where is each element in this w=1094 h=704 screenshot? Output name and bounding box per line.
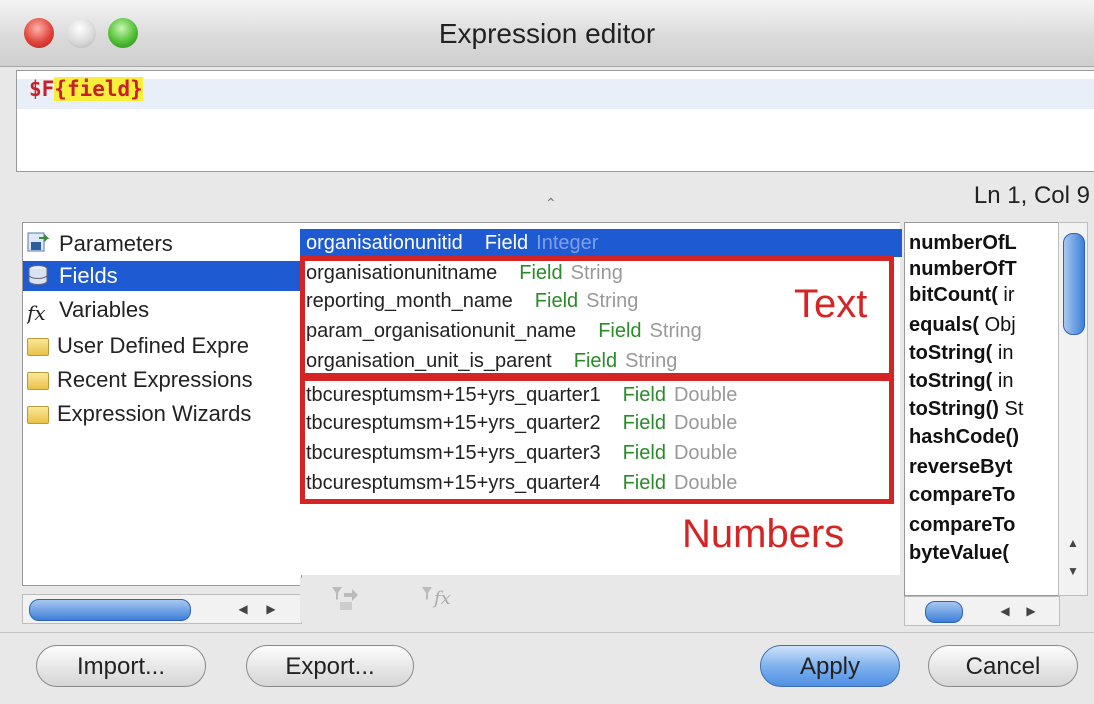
folder-icon xyxy=(27,338,49,356)
folder-icon xyxy=(27,372,49,390)
list-item[interactable]: numberOfT xyxy=(909,257,1017,281)
numbers-annotation-label: Numbers xyxy=(682,512,845,556)
list-item[interactable]: toString( in xyxy=(909,369,1013,393)
tree-item-recent-expressions[interactable]: Recent Expressions xyxy=(27,365,299,395)
current-line-highlight xyxy=(17,79,1094,109)
divider xyxy=(0,632,1094,633)
functions-horizontal-scrollbar[interactable]: ◀ ▶ xyxy=(904,596,1060,626)
insert-function-icon[interactable]: fx xyxy=(420,584,460,618)
apply-button[interactable]: Apply xyxy=(760,645,900,687)
parameters-icon xyxy=(27,232,51,252)
functions-vertical-scrollbar[interactable]: ▲ ▼ xyxy=(1058,222,1088,596)
list-item[interactable]: compareTo xyxy=(909,483,1015,507)
tree-item-parameters[interactable]: Parameters xyxy=(27,229,299,259)
fx-icon: fx xyxy=(27,301,46,325)
svg-text:fx: fx xyxy=(432,588,451,609)
export-button[interactable]: Export... xyxy=(246,645,414,687)
list-item[interactable]: toString( in xyxy=(909,341,1013,365)
tree-item-variables[interactable]: fx Variables xyxy=(27,295,299,325)
fields-icon xyxy=(27,264,51,285)
scroll-up-icon[interactable]: ▲ xyxy=(1063,533,1083,553)
text-annotation-label: Text xyxy=(794,282,868,326)
tree-item-user-defined-expressions[interactable]: User Defined Expre xyxy=(27,331,299,361)
numbers-annotation-box xyxy=(300,376,894,504)
list-item[interactable]: byteValue( xyxy=(909,541,1009,565)
list-toolbar: fx xyxy=(300,578,900,622)
field-placeholder: {field} xyxy=(54,77,143,101)
cursor-position: Ln 1, Col 9 xyxy=(973,182,1090,209)
list-item[interactable]: hashCode() xyxy=(909,425,1019,449)
scroll-thumb[interactable] xyxy=(1063,233,1085,335)
list-item[interactable]: compareTo xyxy=(909,513,1015,537)
import-button[interactable]: Import... xyxy=(36,645,206,687)
expression-text: $F{field} xyxy=(29,77,143,101)
tree-item-expression-wizards[interactable]: Expression Wizards xyxy=(27,399,299,429)
expression-editor[interactable]: $F{field} xyxy=(16,70,1094,172)
insert-field-icon[interactable] xyxy=(330,584,360,618)
scroll-right-icon[interactable]: ▶ xyxy=(1021,601,1041,621)
list-item[interactable]: numberOfL xyxy=(909,231,1017,255)
list-item[interactable]: equals( Obj xyxy=(909,313,1016,337)
category-tree: Parameters Fields fx Variables User Defin… xyxy=(22,222,305,586)
scroll-down-icon[interactable]: ▼ xyxy=(1063,561,1083,581)
scroll-right-icon[interactable]: ▶ xyxy=(261,599,281,619)
splitter-handle[interactable]: ⌃ xyxy=(545,195,557,212)
functions-list: numberOfL numberOfT bitCount( ir equals(… xyxy=(904,222,1060,596)
scroll-thumb[interactable] xyxy=(29,599,191,621)
tree-item-fields[interactable]: Fields xyxy=(23,261,305,291)
folder-icon xyxy=(27,406,49,424)
list-item[interactable]: reverseByt xyxy=(909,455,1012,479)
scroll-left-icon[interactable]: ◀ xyxy=(233,599,253,619)
tree-horizontal-scrollbar[interactable]: ◀ ▶ xyxy=(22,594,302,624)
scroll-thumb[interactable] xyxy=(925,601,963,623)
list-item[interactable]: bitCount( ir xyxy=(909,283,1015,307)
cancel-button[interactable]: Cancel xyxy=(928,645,1078,687)
list-item[interactable]: toString() St xyxy=(909,397,1023,421)
window-title: Expression editor xyxy=(438,18,656,49)
list-item[interactable]: organisationunitid Field Integer xyxy=(300,229,902,257)
scroll-left-icon[interactable]: ◀ xyxy=(995,601,1015,621)
title-bar: Expression editor xyxy=(0,0,1094,67)
